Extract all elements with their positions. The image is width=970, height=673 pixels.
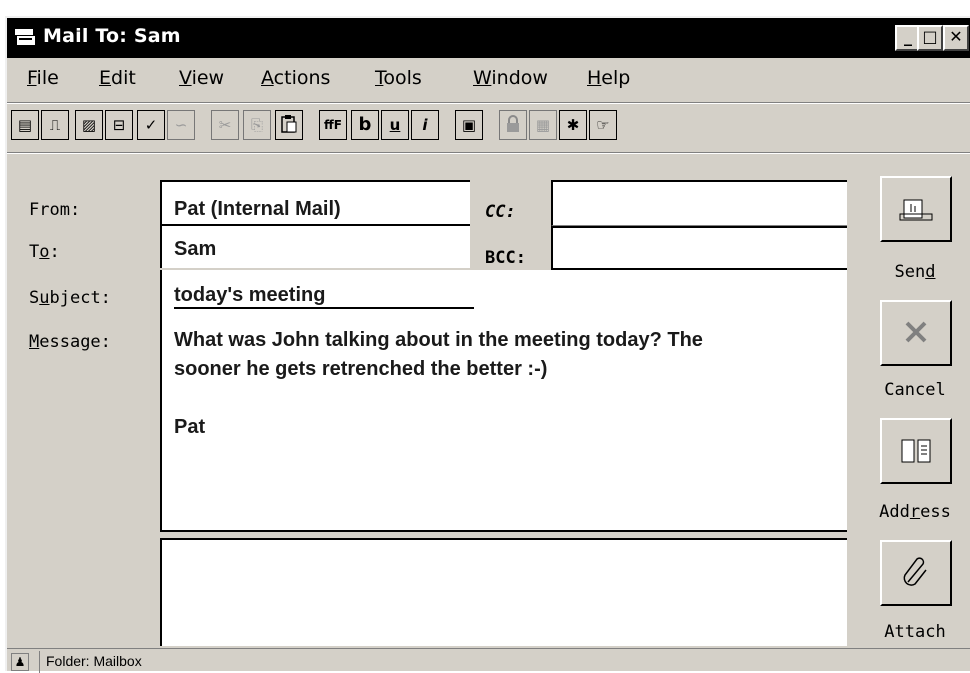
menu-window[interactable]: Window <box>473 67 548 89</box>
subject-field[interactable]: today's meeting <box>160 270 847 314</box>
cut-icon[interactable]: ✂ <box>211 110 239 140</box>
message-line: sooner he gets retrenched the better :-) <box>174 358 548 380</box>
signature-icon[interactable]: ∽ <box>167 110 195 140</box>
title-bar[interactable]: Mail To: Sam _ □ ✕ <box>7 18 970 58</box>
paste-icon[interactable] <box>275 110 303 140</box>
lock-icon[interactable] <box>499 110 527 140</box>
address-book-icon[interactable]: ▣ <box>455 110 483 140</box>
cancel-button[interactable] <box>880 300 952 366</box>
bcc-label: BCC: <box>485 248 526 268</box>
maximize-button[interactable]: □ <box>917 25 943 51</box>
font-icon[interactable]: ffF <box>319 110 347 140</box>
send-icon <box>899 199 933 221</box>
save-icon[interactable]: ⊟ <box>105 110 133 140</box>
menu-actions[interactable]: Actions <box>261 67 330 89</box>
toolbar: ▤ ⎍ ▨ ⊟ ✓ ∽ ✂ ⎘ ffF b u i ▣ ▦ ✱ ☞ <box>7 104 970 148</box>
message-line: Pat <box>174 416 206 438</box>
address-button[interactable] <box>880 418 952 484</box>
properties-icon[interactable]: ▨ <box>75 110 103 140</box>
cancel-x-icon <box>905 321 927 343</box>
menu-file[interactable]: File <box>27 67 59 89</box>
menu-edit[interactable]: Edit <box>99 67 136 89</box>
to-value: Sam <box>174 238 217 260</box>
menu-help[interactable]: Help <box>587 67 630 89</box>
mail-envelope-icon <box>15 29 35 45</box>
attach-button[interactable] <box>880 540 952 606</box>
message-line <box>174 384 847 413</box>
document-list-icon[interactable]: ▤ <box>11 110 39 140</box>
message-body[interactable]: What was John talking about in the meeti… <box>160 314 847 532</box>
attach-label: Attach <box>884 622 946 642</box>
from-field[interactable]: Pat (Internal Mail) <box>160 180 470 226</box>
from-label: From: <box>29 200 81 220</box>
menu-tools[interactable]: Tools <box>375 67 422 89</box>
send-tray-icon[interactable]: ⎍ <box>41 110 69 140</box>
attachments-box[interactable] <box>160 538 847 646</box>
subject-label: Subject: <box>29 288 111 308</box>
cc-field[interactable] <box>551 180 847 226</box>
bcc-field[interactable] <box>551 226 847 270</box>
close-button[interactable]: ✕ <box>943 25 969 51</box>
magic-wand-icon[interactable]: ✱ <box>559 110 587 140</box>
menu-bar: File Edit View Actions Tools Window Help <box>7 62 970 98</box>
to-field[interactable]: Sam <box>160 226 470 268</box>
paperclip-icon <box>903 557 927 586</box>
copy-icon[interactable]: ⎘ <box>243 110 271 140</box>
folder-status: Folder: Mailbox <box>39 651 142 673</box>
cancel-label: Cancel <box>884 380 946 400</box>
mail-window: Mail To: Sam _ □ ✕ File Edit View Action… <box>5 16 970 673</box>
spell-check-icon[interactable]: ✓ <box>137 110 165 140</box>
menu-view[interactable]: View <box>179 67 224 89</box>
subject-value: today's meeting <box>174 284 474 309</box>
italic-icon[interactable]: i <box>411 110 439 140</box>
send-label: Send <box>894 262 936 282</box>
address-book-icon <box>901 439 931 463</box>
help-pointer-icon[interactable]: ☞ <box>589 110 617 140</box>
address-label: Address <box>879 502 951 522</box>
send-button[interactable] <box>880 176 952 242</box>
bold-icon[interactable]: b <box>351 110 379 140</box>
toolbar-separator-bottom <box>7 152 970 154</box>
message-label: Message: <box>29 332 111 352</box>
status-bar: ♟ Folder: Mailbox <box>7 648 970 673</box>
window-title: Mail To: Sam <box>43 25 181 47</box>
from-value: Pat (Internal Mail) <box>174 198 341 220</box>
underline-icon[interactable]: u <box>381 110 409 140</box>
certificate-icon[interactable]: ▦ <box>529 110 557 140</box>
message-line: What was John talking about in the meeti… <box>174 329 703 351</box>
user-icon[interactable]: ♟ <box>11 653 29 671</box>
to-label: To: <box>29 242 60 262</box>
cc-label: CC: <box>485 202 516 222</box>
